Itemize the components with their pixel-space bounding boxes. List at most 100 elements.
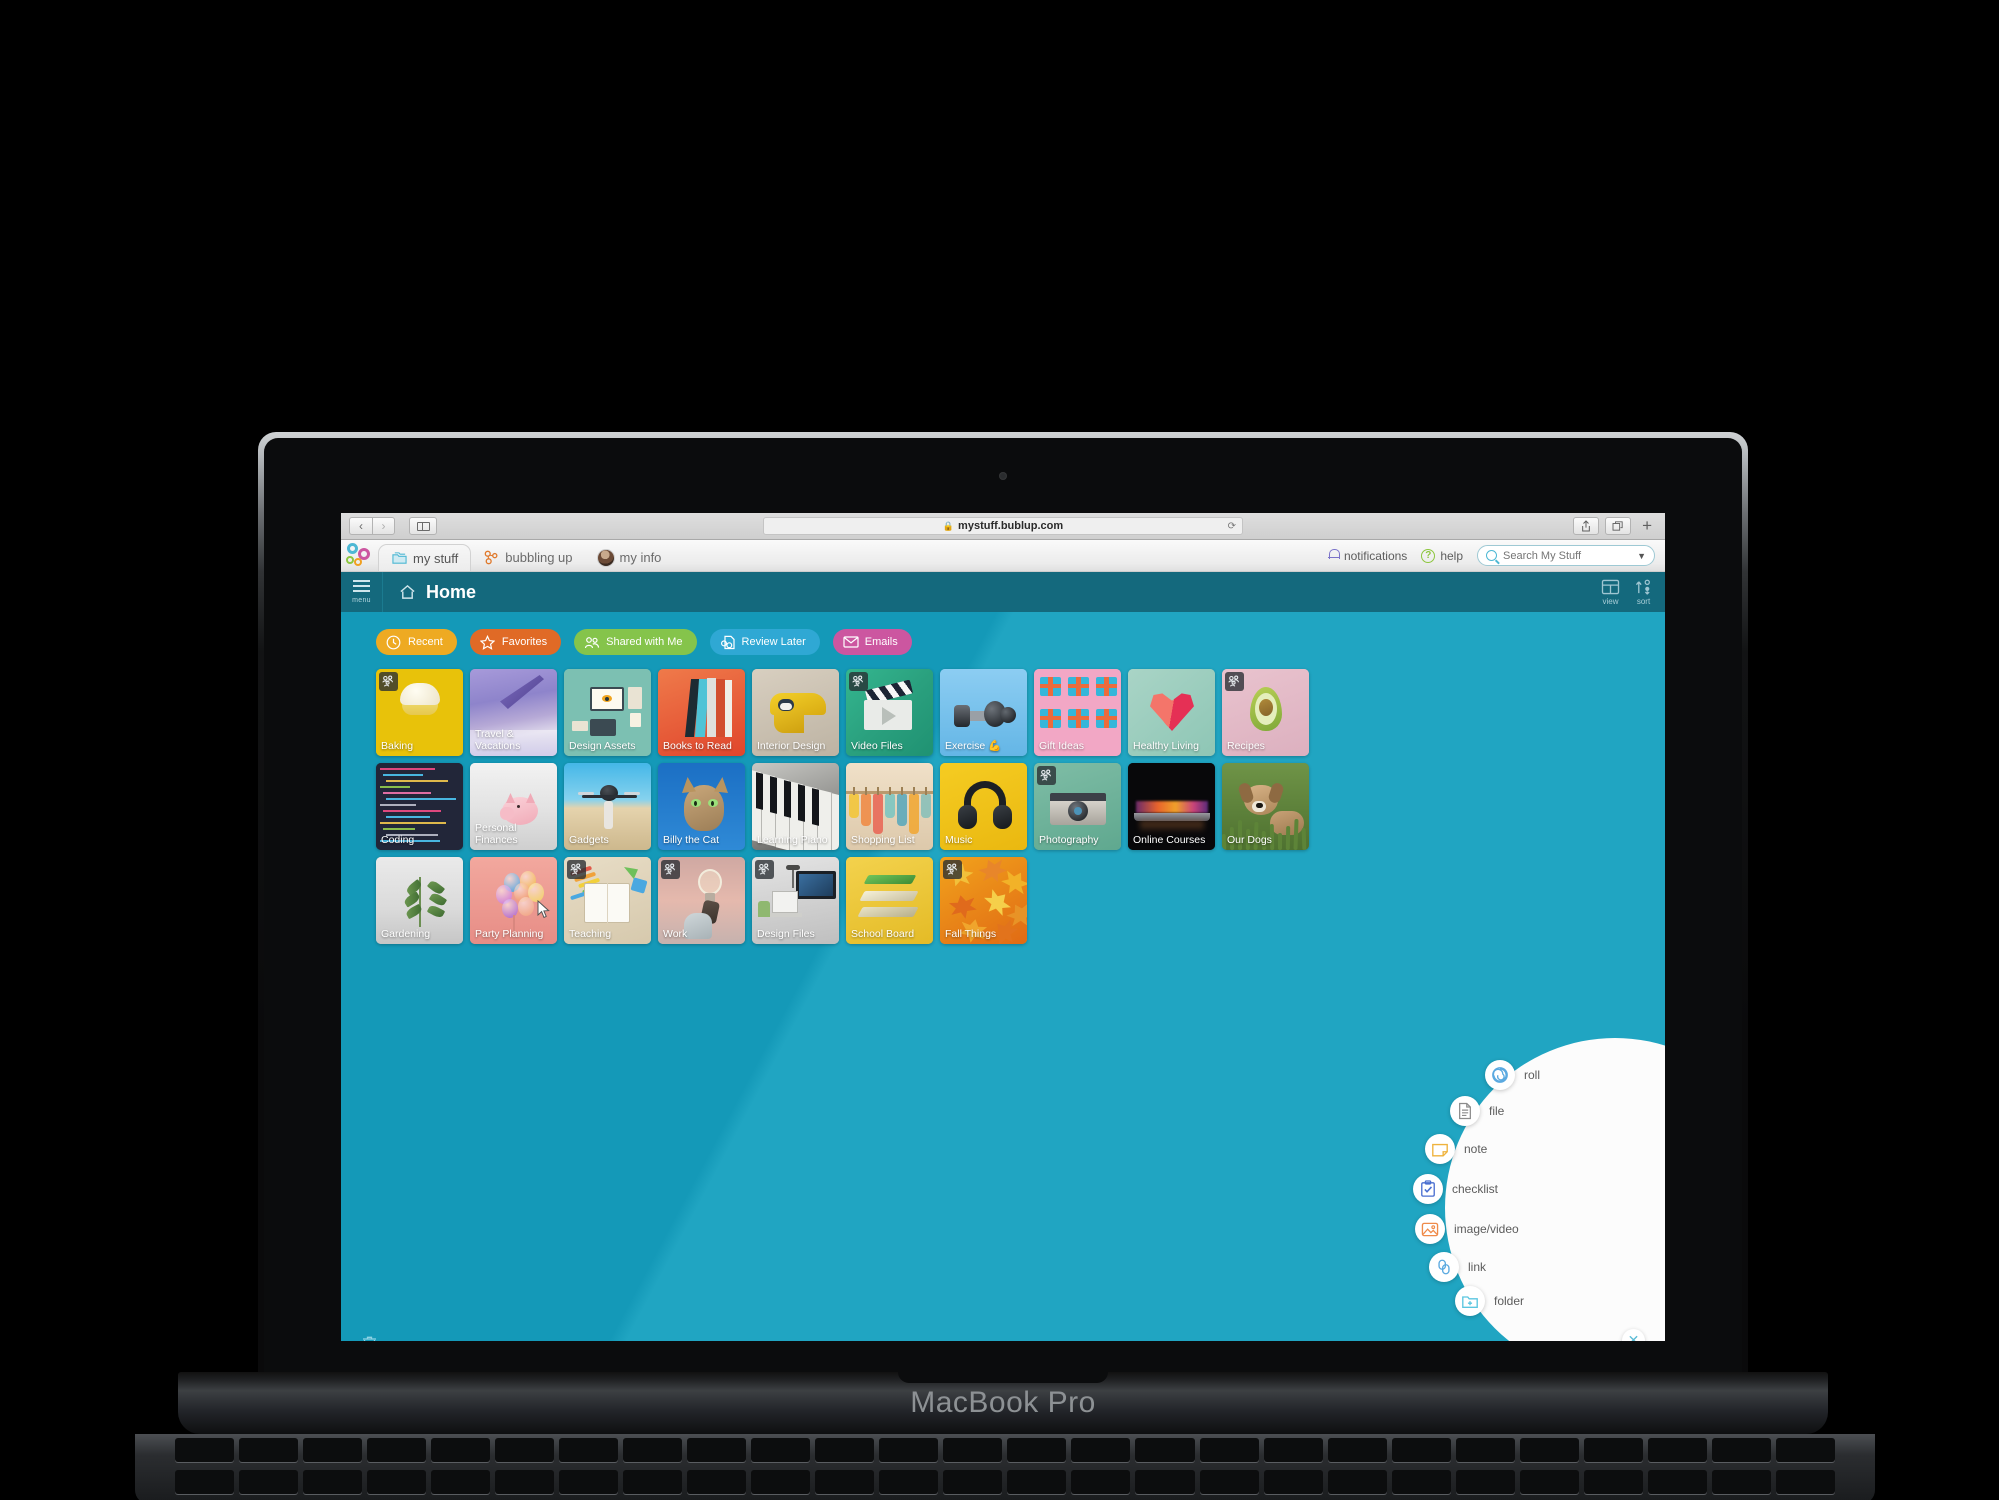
folder-tile-label: Baking — [381, 740, 414, 752]
folder-tile[interactable]: Baking — [376, 669, 463, 756]
folder-tile[interactable]: Teaching — [564, 857, 651, 944]
app-tab-list: my stuff bubbling up my info — [378, 540, 673, 571]
chevron-down-icon[interactable]: ▼ — [1637, 551, 1646, 561]
keyboard-key — [1007, 1438, 1067, 1462]
bublup-logo[interactable] — [344, 539, 378, 571]
filter-pill-label: Favorites — [501, 636, 548, 648]
folder-tile-label: Music — [945, 834, 973, 846]
folder-tile-label: Teaching — [569, 928, 612, 940]
filter-pill-review-later[interactable]: Review Later — [709, 629, 820, 655]
add-menu-item-folder[interactable]: folder — [1455, 1286, 1524, 1316]
notifications-label: notifications — [1343, 548, 1408, 563]
folder-tile[interactable]: Interior Design — [752, 669, 839, 756]
folder-tile[interactable]: Gift Ideas — [1034, 669, 1121, 756]
tab-my-info-label: my info — [619, 550, 662, 565]
sidebar-toggle-button[interactable] — [409, 517, 437, 535]
forward-button[interactable]: › — [372, 517, 395, 535]
tab-my-stuff[interactable]: my stuff — [378, 544, 472, 571]
folder-tile[interactable]: Work — [658, 857, 745, 944]
folder-tile-label: Billy the Cat — [663, 834, 720, 846]
add-menu-item-note[interactable]: note — [1425, 1134, 1487, 1164]
add-menu-item-roll[interactable]: roll — [1485, 1060, 1540, 1090]
search-icon — [1486, 550, 1497, 561]
folder-tile-label: Interior Design — [757, 740, 826, 752]
folder-tile[interactable]: Learning Piano — [752, 763, 839, 850]
tab-bubbling-up[interactable]: bubbling up — [471, 544, 584, 571]
sort-label: sort — [1636, 596, 1651, 606]
folder-tile[interactable]: Gadgets — [564, 763, 651, 850]
keyboard-key — [303, 1470, 363, 1494]
new-tab-button[interactable]: + — [1637, 516, 1657, 536]
folder-tile[interactable]: Billy the Cat — [658, 763, 745, 850]
add-menu-item-file[interactable]: file — [1450, 1096, 1504, 1126]
share-button[interactable] — [1573, 517, 1600, 535]
folder-tile[interactable]: Our Dogs — [1222, 763, 1309, 850]
image-icon — [1415, 1214, 1445, 1244]
folder-tile[interactable]: Photography — [1034, 763, 1121, 850]
folder-tile-label: Coding — [381, 834, 415, 846]
browser-toolbar: ‹ › 🔒 mystuff.bublup.com ⟳ + — [341, 513, 1665, 540]
keyboard-key — [1711, 1470, 1771, 1494]
sort-button[interactable]: sort — [1634, 579, 1653, 606]
folder-tile[interactable]: Design Files — [752, 857, 839, 944]
screenshot-stage: ‹ › 🔒 mystuff.bublup.com ⟳ + my stuff bu… — [0, 0, 1999, 1500]
search-input[interactable]: ▼ — [1477, 545, 1655, 566]
keyboard-key — [1071, 1470, 1131, 1494]
folder-tile[interactable]: Personal Finances — [470, 763, 557, 850]
folder-canvas: Recent Favorites Shared with Me Review Late… — [341, 612, 1665, 1341]
shared-badge-icon — [943, 860, 962, 879]
add-menu-item-label: checklist — [1452, 1182, 1499, 1196]
keyboard-key — [751, 1470, 811, 1494]
folder-tile[interactable]: Exercise 💪 — [940, 669, 1027, 756]
add-menu-item-image-video[interactable]: image/video — [1415, 1214, 1519, 1244]
keyboard-key — [1583, 1438, 1643, 1462]
add-menu-item-checklist[interactable]: checklist — [1413, 1174, 1498, 1204]
folder-tile[interactable]: Music — [940, 763, 1027, 850]
star-icon — [479, 634, 496, 650]
folder-tile[interactable]: Fall Things — [940, 857, 1027, 944]
folder-tile[interactable]: Gardening — [376, 857, 463, 944]
help-button[interactable]: ? help — [1421, 548, 1463, 563]
keyboard-key — [815, 1438, 875, 1462]
folder-tile[interactable]: Online Courses — [1128, 763, 1215, 850]
folder-tile[interactable]: Party Planning — [470, 857, 557, 944]
keyboard-key — [1263, 1470, 1323, 1494]
folder-tile-label: Party Planning — [475, 928, 544, 940]
menu-button[interactable]: menu — [341, 572, 383, 612]
view-label: view — [1602, 596, 1619, 606]
tab-my-stuff-label: my stuff — [413, 550, 459, 566]
search-field[interactable] — [1503, 549, 1618, 562]
view-button[interactable]: view — [1601, 579, 1620, 606]
filter-pill-recent[interactable]: Recent — [376, 629, 457, 655]
keyboard-key — [1519, 1470, 1579, 1494]
folder-tile[interactable]: Video Files — [846, 669, 933, 756]
menu-label: menu — [352, 597, 371, 604]
keyboard-key — [1071, 1438, 1131, 1462]
folder-tile[interactable]: Recipes — [1222, 669, 1309, 756]
keyboard-key — [367, 1470, 427, 1494]
keyboard-key — [303, 1438, 363, 1462]
folder-tile[interactable]: Travel & Vacations — [470, 669, 557, 756]
keyboard-key — [1263, 1438, 1323, 1462]
filter-pill-emails[interactable]: Emails — [832, 629, 912, 655]
add-menu-item-link[interactable]: link — [1429, 1252, 1486, 1282]
keyboard-key — [687, 1438, 747, 1462]
folder-tile[interactable]: School Board — [846, 857, 933, 944]
keyboard-key — [1391, 1438, 1451, 1462]
folder-tile[interactable]: Shopping List — [846, 763, 933, 850]
folder-tile-label: Online Courses — [1133, 834, 1206, 846]
filter-pill-favorites[interactable]: Favorites — [469, 629, 562, 655]
folder-tile[interactable]: Design Assets — [564, 669, 651, 756]
back-button[interactable]: ‹ — [349, 517, 372, 535]
folder-tile[interactable]: Coding — [376, 763, 463, 850]
tab-my-info[interactable]: my info — [585, 544, 674, 571]
show-tabs-button[interactable] — [1605, 517, 1632, 535]
address-bar[interactable]: 🔒 mystuff.bublup.com ⟳ — [763, 517, 1243, 535]
folder-grid: Baking Travel & Vacations Design Assets Book… — [341, 655, 1665, 944]
notifications-button[interactable]: notifications — [1327, 548, 1408, 563]
folder-tile[interactable]: Healthy Living — [1128, 669, 1215, 756]
reload-icon[interactable]: ⟳ — [1228, 521, 1236, 532]
filter-pill-shared-with-me[interactable]: Shared with Me — [574, 629, 697, 655]
trash-icon[interactable] — [361, 1335, 378, 1341]
folder-tile[interactable]: Books to Read — [658, 669, 745, 756]
